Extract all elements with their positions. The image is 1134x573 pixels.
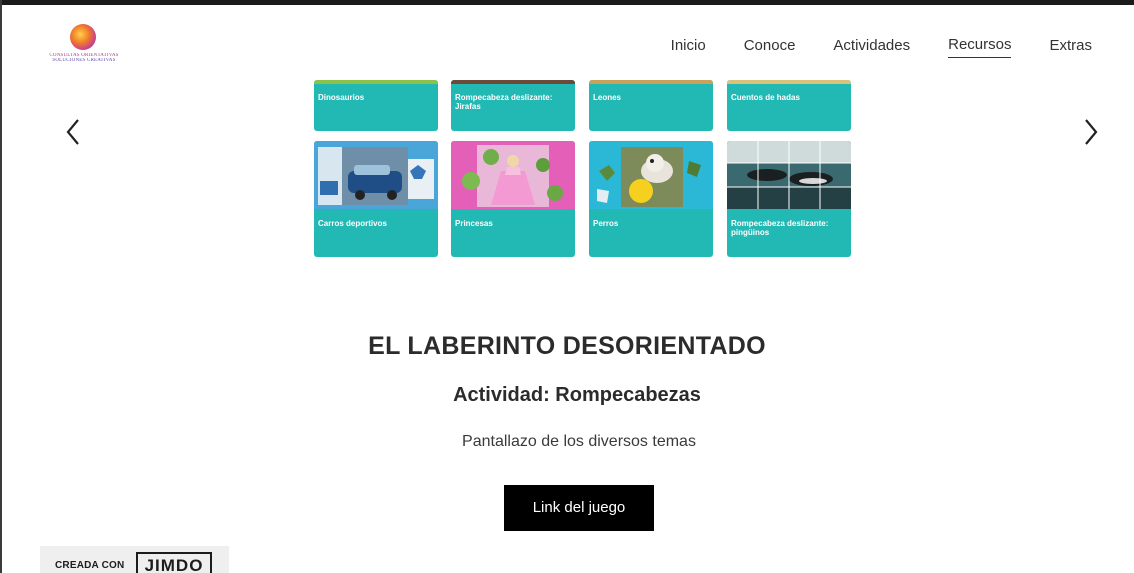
window-top-border (0, 0, 1134, 5)
tile-carros-deportivos[interactable]: Carros deportivos (314, 141, 438, 257)
tile-jirafas[interactable]: Rompecabeza deslizante: Jirafas (451, 80, 575, 131)
tile-label: Rompecabeza deslizante: Jirafas (455, 93, 553, 111)
logo-text-line2: SOLUCIONES CREATIVAS (52, 58, 116, 63)
chevron-left-icon (66, 119, 79, 145)
tile-pinguinos[interactable]: Rompecabeza deslizante: pingüinos (727, 141, 851, 257)
nav-item-conoce[interactable]: Conoce (744, 37, 796, 58)
page-title: EL LABERINTO DESORIENTADO (368, 332, 766, 360)
carousel-prev-button[interactable] (62, 114, 84, 150)
tile-cuentos-de-hadas[interactable]: Cuentos de hadas (727, 80, 851, 131)
tile-image-cars (314, 141, 438, 209)
nav-item-recursos[interactable]: Recursos (948, 36, 1012, 58)
description-text: Pantallazo de los diversos temas (462, 433, 696, 450)
activity-subtitle: Actividad: Rompecabezas (453, 384, 701, 406)
chevron-right-icon (1085, 119, 1098, 145)
tile-image-princess (451, 141, 575, 209)
tile-label: Carros deportivos (318, 219, 387, 228)
jimdo-badge[interactable]: CREADA CON JIMDO (40, 546, 229, 573)
tile-image-strip (589, 80, 713, 84)
nav-item-inicio[interactable]: Inicio (671, 37, 706, 58)
tile-princesas[interactable]: Princesas (451, 141, 575, 257)
jimdo-prefix-text: CREADA CON (55, 560, 125, 571)
tile-image-strip (727, 80, 851, 84)
tile-label: Dinosaurios (318, 93, 365, 102)
tile-label: Cuentos de hadas (731, 93, 800, 102)
tile-label: Leones (593, 93, 622, 102)
tile-label: Rompecabeza deslizante: pingüinos (731, 219, 829, 237)
main-navigation: Inicio Conoce Actividades Recursos Extra… (671, 36, 1092, 58)
tile-dinosaurios[interactable]: Dinosaurios (314, 80, 438, 131)
tile-label: Princesas (455, 219, 493, 228)
nav-item-extras[interactable]: Extras (1049, 37, 1092, 58)
nav-item-actividades[interactable]: Actividades (833, 37, 910, 58)
site-logo[interactable]: CONSULTAS ORIENTATIVAS SOLUCIONES CREATI… (48, 22, 120, 66)
game-link-button[interactable]: Link del juego (504, 485, 654, 531)
window-left-border (0, 0, 2, 573)
logo-emblem-icon (70, 24, 96, 50)
tile-perros[interactable]: Perros (589, 141, 713, 257)
tile-image-strip (451, 80, 575, 84)
tile-leones[interactable]: Leones (589, 80, 713, 131)
tile-image-penguins (727, 141, 851, 209)
tile-image-strip (314, 80, 438, 84)
page: CONSULTAS ORIENTATIVAS SOLUCIONES CREATI… (0, 0, 1134, 573)
jimdo-logo: JIMDO (136, 552, 212, 573)
tile-label: Perros (593, 219, 619, 228)
tile-image-dog (589, 141, 713, 209)
carousel-next-button[interactable] (1080, 114, 1102, 150)
